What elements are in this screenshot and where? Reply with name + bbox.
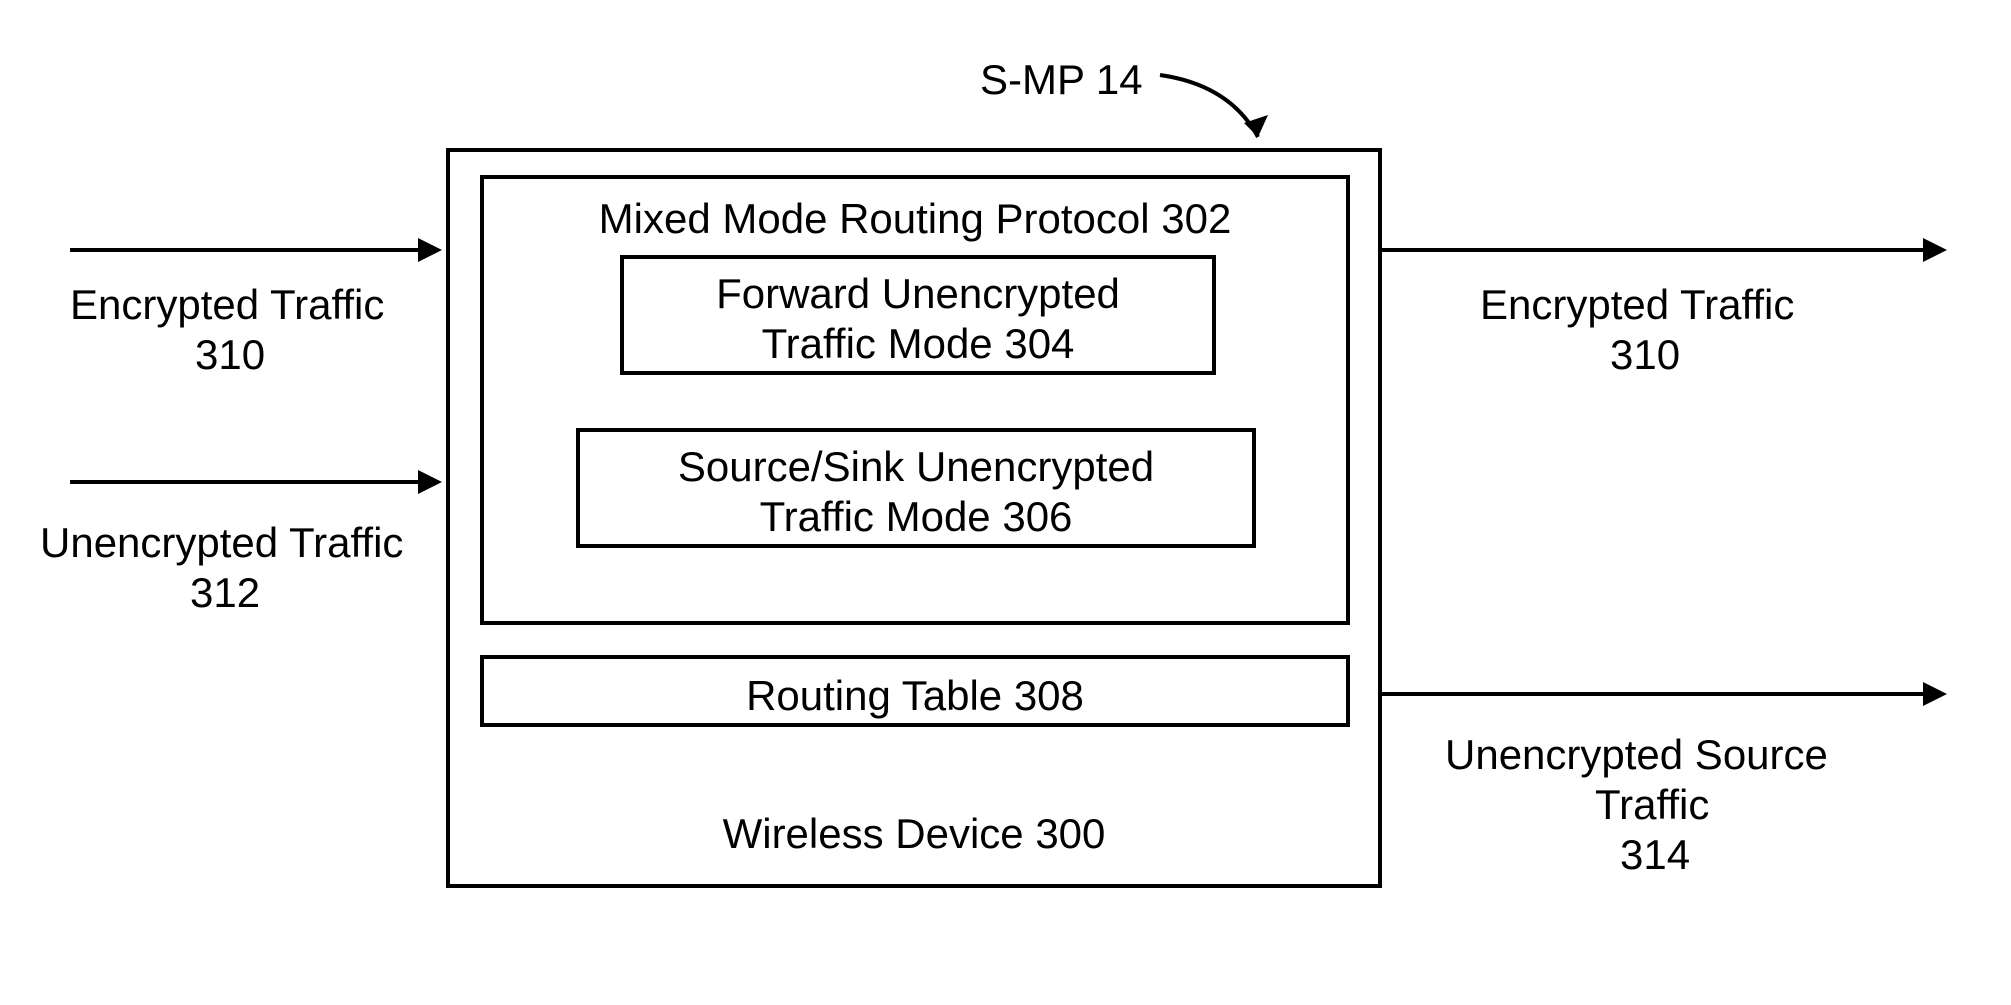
right-unenc-source-line2: Traffic bbox=[1595, 780, 1709, 830]
arrow-left-unencrypted bbox=[70, 480, 420, 484]
arrow-right-unencrypted-source bbox=[1382, 692, 1925, 696]
mixed-mode-box: Mixed Mode Routing Protocol 302 bbox=[480, 175, 1350, 625]
right-unenc-source-line1: Unencrypted Source bbox=[1445, 730, 1828, 780]
forward-mode-line1: Forward Unencrypted bbox=[624, 269, 1212, 319]
arrowhead-right-encrypted bbox=[1923, 238, 1947, 262]
curved-arrow-icon bbox=[1150, 65, 1280, 160]
left-encrypted-line1: Encrypted Traffic bbox=[70, 280, 384, 330]
routing-table-box: Routing Table 308 bbox=[480, 655, 1350, 727]
source-sink-mode-box: Source/Sink Unencrypted Traffic Mode 306 bbox=[576, 428, 1256, 548]
source-sink-line2: Traffic Mode 306 bbox=[580, 492, 1252, 542]
arrow-right-encrypted bbox=[1382, 248, 1925, 252]
right-encrypted-line2: 310 bbox=[1610, 330, 1680, 380]
top-label: S-MP 14 bbox=[980, 55, 1143, 105]
left-unencrypted-line2: 312 bbox=[190, 568, 260, 618]
source-sink-line1: Source/Sink Unencrypted bbox=[580, 442, 1252, 492]
forward-mode-line2: Traffic Mode 304 bbox=[624, 319, 1212, 369]
arrowhead-left-encrypted bbox=[418, 238, 442, 262]
arrowhead-left-unencrypted bbox=[418, 470, 442, 494]
left-encrypted-line2: 310 bbox=[195, 330, 265, 380]
right-unenc-source-line3: 314 bbox=[1620, 830, 1690, 880]
arrowhead-right-unencrypted-source bbox=[1923, 682, 1947, 706]
mixed-mode-label: Mixed Mode Routing Protocol 302 bbox=[484, 194, 1346, 244]
left-unencrypted-line1: Unencrypted Traffic bbox=[40, 518, 403, 568]
right-encrypted-line1: Encrypted Traffic bbox=[1480, 280, 1794, 330]
forward-mode-box: Forward Unencrypted Traffic Mode 304 bbox=[620, 255, 1216, 375]
arrow-left-encrypted bbox=[70, 248, 420, 252]
wireless-device-label: Wireless Device 300 bbox=[450, 809, 1378, 859]
routing-table-label: Routing Table 308 bbox=[484, 671, 1346, 721]
